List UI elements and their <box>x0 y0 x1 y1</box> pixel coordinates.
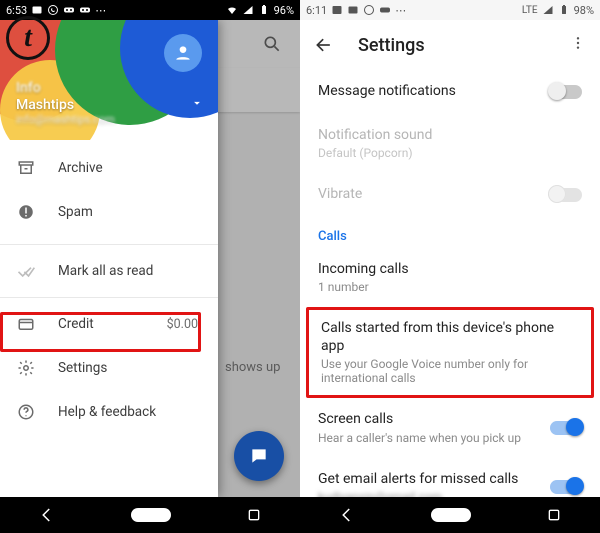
toggle-email-alerts[interactable] <box>550 480 582 494</box>
sidebar-item-mark-read[interactable]: Mark all as read <box>0 249 218 293</box>
image-icon <box>331 4 343 16</box>
status-time: 6:53 <box>6 4 27 17</box>
android-navbar <box>0 497 300 533</box>
help-icon <box>16 402 36 422</box>
compose-fab[interactable] <box>234 431 284 481</box>
toggle-vibrate <box>550 188 582 202</box>
spam-icon <box>16 202 36 222</box>
voicemail-icon <box>63 4 75 16</box>
sidebar-item-archive[interactable]: Archive <box>0 146 218 190</box>
setting-incoming-calls[interactable]: Incoming calls 1 number <box>300 248 600 308</box>
sidebar-item-spam[interactable]: Spam <box>0 190 218 234</box>
nav-back[interactable] <box>338 506 356 524</box>
page-title: Settings <box>358 35 425 56</box>
signal-icon <box>242 4 254 16</box>
account-email: info@mashtips.com <box>16 113 115 126</box>
battery-icon <box>558 4 570 16</box>
battery-text: 98% <box>574 4 594 17</box>
status-bar: 6:53 ⋯ 96% <box>0 0 300 20</box>
nav-back[interactable] <box>38 506 56 524</box>
status-time: 6:11 <box>306 4 327 17</box>
sidebar-item-label: Spam <box>58 204 93 220</box>
gear-icon <box>16 358 36 378</box>
voicemail-icon <box>79 4 91 16</box>
nav-home[interactable] <box>431 508 471 522</box>
setting-vibrate: Vibrate <box>300 173 600 217</box>
setting-notification-sound: Notification sound Default (Popcorn) <box>300 114 600 174</box>
wifi-icon <box>226 4 238 16</box>
toggle-screen-calls[interactable] <box>550 421 582 435</box>
overflow-menu[interactable] <box>570 35 586 55</box>
setting-message-notifications[interactable]: Message notifications <box>300 70 600 114</box>
drawer-header[interactable]: Info Mashtips info@mashtips.com <box>0 20 218 140</box>
battery-icon <box>258 4 270 16</box>
toggle-message-notifications[interactable] <box>550 85 582 99</box>
sidebar-item-credit[interactable]: Credit $0.00 <box>0 302 218 346</box>
mark-read-icon <box>16 261 36 281</box>
sidebar-item-label: Credit <box>58 316 94 332</box>
setting-device-phone-app-calls[interactable]: Calls started from this device's phone a… <box>309 310 591 395</box>
credit-icon <box>16 314 36 334</box>
more-icon: ⋯ <box>95 4 106 17</box>
back-icon[interactable] <box>314 35 334 55</box>
whatsapp-icon <box>363 4 375 16</box>
drawer-scrim[interactable] <box>218 20 300 497</box>
status-bar: 6:11 ⋯ LTE 98% <box>300 0 600 20</box>
chevron-down-icon[interactable] <box>190 96 204 110</box>
battery-text: 96% <box>274 4 294 17</box>
sidebar-item-label: Archive <box>58 160 103 176</box>
setting-screen-calls[interactable]: Screen calls Hear a caller's name when y… <box>300 398 600 458</box>
settings-header: Settings <box>300 20 600 70</box>
phone-right: 6:11 ⋯ LTE 98% Settings <box>300 0 600 533</box>
sidebar-item-label: Help & feedback <box>58 404 156 420</box>
nav-home[interactable] <box>131 508 171 522</box>
nav-drawer: Info Mashtips info@mashtips.com Archive <box>0 20 218 497</box>
notif-icon <box>347 4 359 16</box>
background-hint-text: shows up <box>225 360 280 375</box>
notif-icon <box>31 4 43 16</box>
account-name: Mashtips <box>16 97 115 113</box>
section-header-calls: Calls <box>300 217 600 248</box>
nav-recents[interactable] <box>246 507 262 523</box>
sidebar-item-label: Settings <box>58 360 107 376</box>
signal-icon <box>542 4 554 16</box>
avatar[interactable] <box>164 34 202 72</box>
lte-label: LTE <box>522 5 538 16</box>
nav-recents[interactable] <box>546 507 562 523</box>
whatsapp-icon <box>47 4 59 16</box>
sidebar-item-help[interactable]: Help & feedback <box>0 390 218 434</box>
phone-left: 6:53 ⋯ 96% 1 <box>0 0 300 533</box>
highlight-device-calls: Calls started from this device's phone a… <box>306 307 594 398</box>
setting-email-alerts[interactable]: Get email alerts for missed calls kudiya… <box>300 458 600 498</box>
voicemail-icon <box>379 4 391 16</box>
credit-value: $0.00 <box>167 317 202 332</box>
more-icon: ⋯ <box>395 4 406 17</box>
archive-icon <box>16 158 36 178</box>
sidebar-item-label: Mark all as read <box>58 263 153 279</box>
sidebar-item-settings[interactable]: Settings <box>0 346 218 390</box>
android-navbar <box>300 497 600 533</box>
